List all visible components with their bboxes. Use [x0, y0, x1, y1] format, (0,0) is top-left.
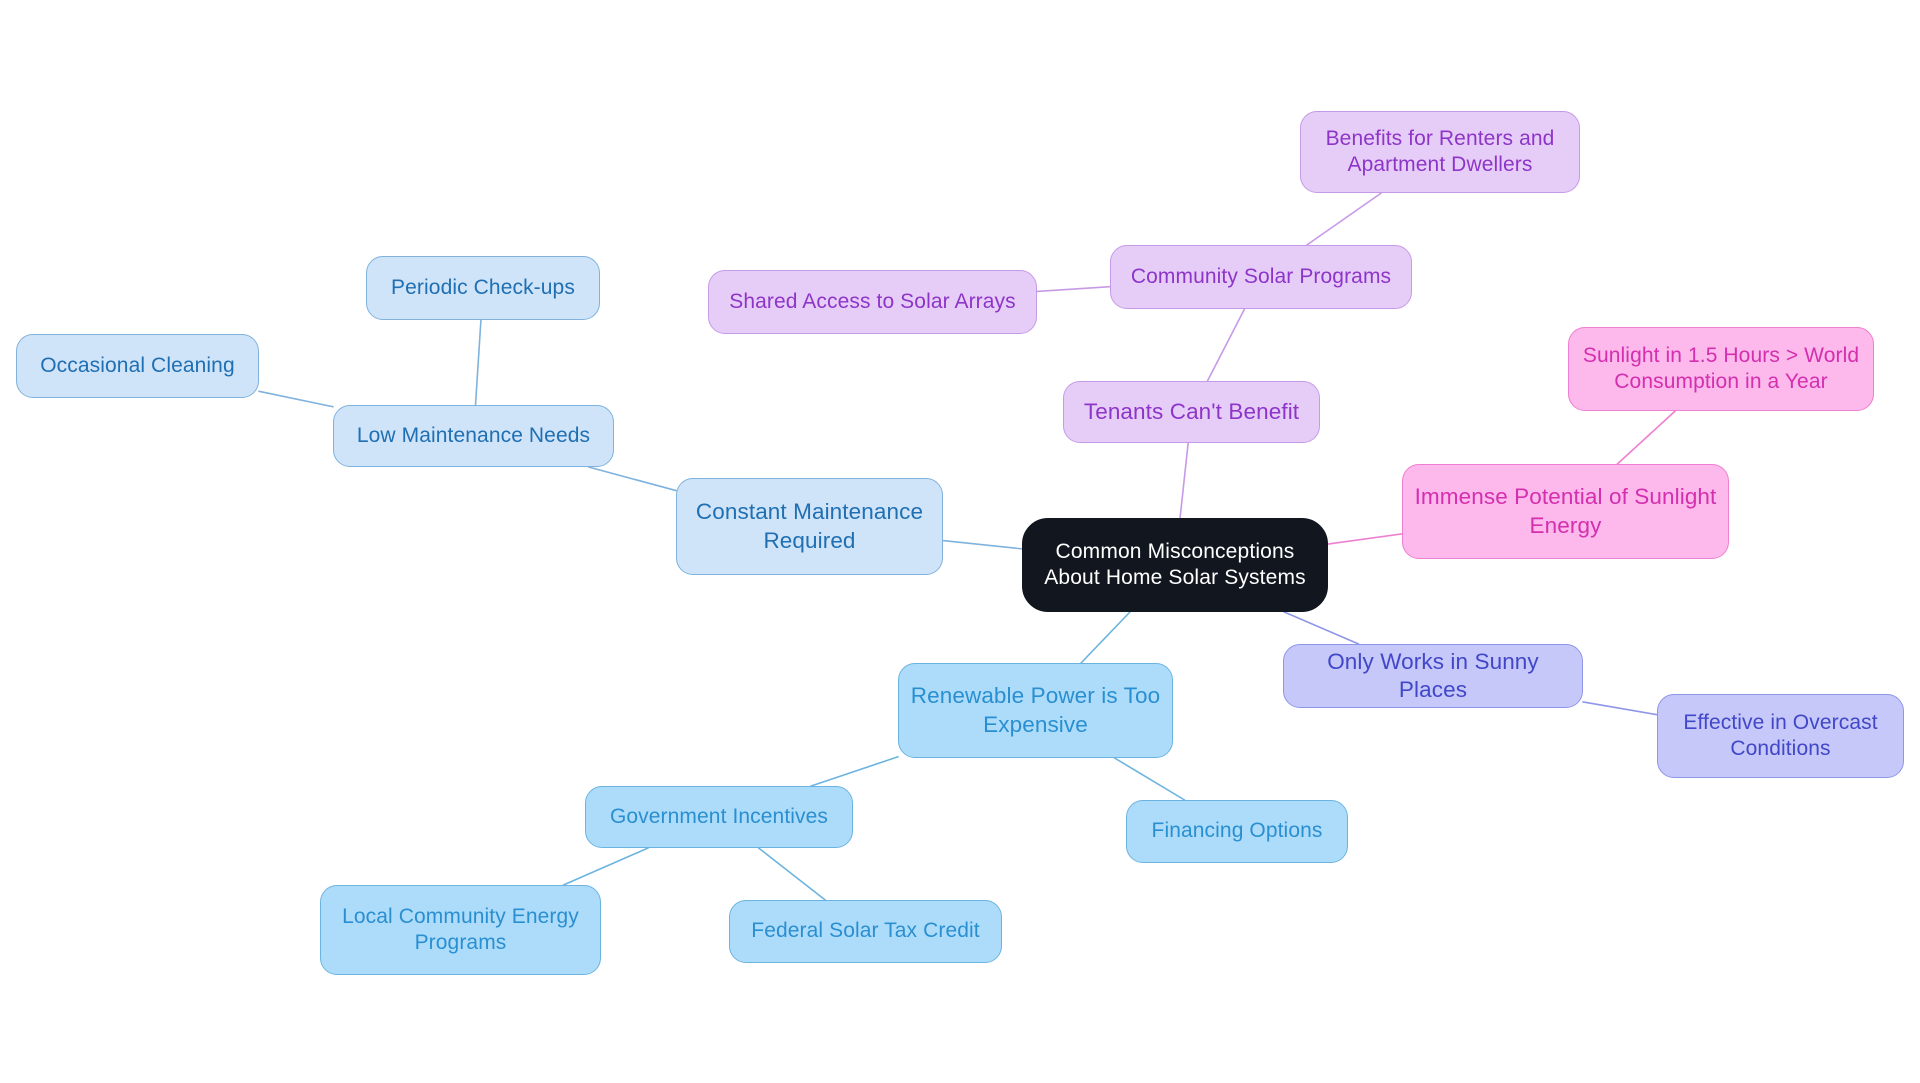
- edge: [1582, 701, 1658, 716]
- mind-map-canvas: Common Misconceptions About Home Solar S…: [0, 0, 1920, 1083]
- mind-map-branch-node-label: Only Works in Sunny Places: [1327, 648, 1539, 702]
- edge: [942, 539, 1023, 550]
- edge: [1283, 611, 1360, 645]
- mind-map-leaf-node-label: Local Community Energy Programs: [342, 904, 579, 954]
- mind-map-branch-node-label: Tenants Can't Benefit: [1083, 398, 1300, 424]
- mind-map-leaf-node[interactable]: Shared Access to Solar Arrays: [708, 270, 1037, 334]
- mind-map-branch-node[interactable]: Tenants Can't Benefit: [1063, 381, 1320, 443]
- mind-map-root-node[interactable]: Common Misconceptions About Home Solar S…: [1022, 518, 1328, 612]
- edge: [1113, 757, 1186, 801]
- edge: [1036, 285, 1111, 293]
- edge: [810, 755, 899, 787]
- mind-map-branch-node-label: Constant Maintenance Required: [695, 499, 924, 553]
- mind-map-leaf-node[interactable]: Effective in Overcast Conditions: [1657, 694, 1904, 778]
- mind-map-leaf-node[interactable]: Federal Solar Tax Credit: [729, 900, 1002, 963]
- mind-map-leaf-node-label: Government Incentives: [609, 804, 829, 828]
- mind-map-leaf-node-label: Effective in Overcast Conditions: [1683, 710, 1878, 760]
- mind-map-leaf-node[interactable]: Benefits for Renters and Apartment Dwell…: [1300, 111, 1580, 193]
- edge: [1306, 192, 1383, 246]
- mind-map-leaf-node-label: Shared Access to Solar Arrays: [729, 289, 1016, 313]
- mind-map-branch-node[interactable]: Immense Potential of Sunlight Energy: [1402, 464, 1729, 559]
- mind-map-leaf-node-label: Community Solar Programs: [1130, 264, 1392, 288]
- mind-map-leaf-node-label: Periodic Check-ups: [391, 275, 575, 299]
- mind-map-leaf-node[interactable]: Occasional Cleaning: [16, 334, 259, 398]
- edge: [474, 319, 482, 406]
- mind-map-leaf-node[interactable]: Government Incentives: [585, 786, 853, 848]
- mind-map-root-node-label: Common Misconceptions About Home Solar S…: [1044, 539, 1306, 589]
- mind-map-leaf-node[interactable]: Periodic Check-ups: [366, 256, 600, 320]
- mind-map-leaf-node[interactable]: Sunlight in 1.5 Hours > World Consumptio…: [1568, 327, 1874, 411]
- edge: [587, 466, 677, 492]
- mind-map-leaf-node[interactable]: Local Community Energy Programs: [320, 885, 601, 975]
- edge: [757, 847, 826, 901]
- mind-map-branch-node[interactable]: Only Works in Sunny Places: [1283, 644, 1583, 708]
- mind-map-leaf-node[interactable]: Low Maintenance Needs: [333, 405, 614, 467]
- mind-map-leaf-node-label: Financing Options: [1151, 819, 1323, 843]
- mind-map-branch-node-label: Immense Potential of Sunlight Energy: [1414, 484, 1717, 538]
- mind-map-branch-node-label: Renewable Power is Too Expensive: [910, 683, 1161, 737]
- edge: [1616, 410, 1676, 465]
- mind-map-branch-node[interactable]: Renewable Power is Too Expensive: [898, 663, 1173, 758]
- mind-map-leaf-node[interactable]: Financing Options: [1126, 800, 1348, 863]
- edge: [1080, 611, 1131, 664]
- edge: [1206, 308, 1246, 382]
- edge: [1179, 442, 1189, 519]
- mind-map-leaf-node[interactable]: Community Solar Programs: [1110, 245, 1412, 309]
- mind-map-branch-node[interactable]: Constant Maintenance Required: [676, 478, 943, 575]
- mind-map-leaf-node-label: Sunlight in 1.5 Hours > World Consumptio…: [1582, 343, 1860, 393]
- mind-map-leaf-node-label: Federal Solar Tax Credit: [751, 919, 980, 943]
- edge: [1327, 533, 1403, 545]
- edge: [258, 390, 334, 408]
- mind-map-leaf-node-label: Occasional Cleaning: [40, 353, 235, 377]
- mind-map-leaf-node-label: Benefits for Renters and Apartment Dwell…: [1325, 126, 1555, 176]
- edge: [562, 847, 649, 886]
- mind-map-leaf-node-label: Low Maintenance Needs: [356, 423, 591, 447]
